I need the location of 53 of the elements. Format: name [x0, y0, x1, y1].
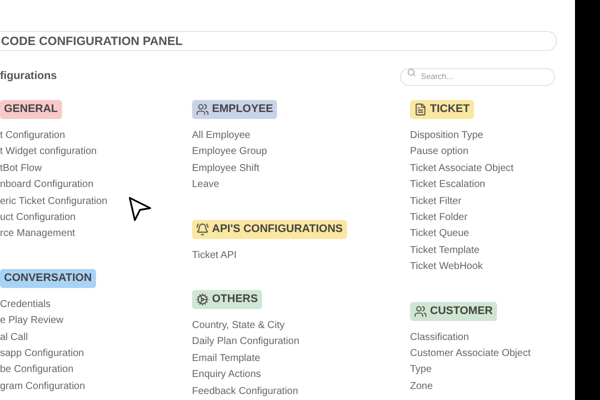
config-link[interactable]: Ticket WebHook: [410, 259, 575, 276]
config-link[interactable]: Zone: [410, 378, 575, 396]
config-link[interactable]: Country, State & City: [192, 318, 410, 334]
search-icon: [407, 68, 416, 77]
search-field[interactable]: Search...: [400, 68, 555, 86]
config-link[interactable]: t Widget configuration: [0, 144, 192, 161]
config-link[interactable]: Employee Shift: [192, 160, 410, 178]
section-header: GENERAL: [0, 100, 62, 119]
section-header: CUSTOMER: [410, 302, 497, 321]
section-header: CONVERSATION: [0, 268, 96, 288]
bell-icon: [196, 222, 209, 236]
section-header: EMPLOYEE: [192, 100, 278, 119]
config-link[interactable]: t Configuration: [0, 128, 192, 144]
config-link[interactable]: sapp Configuration: [0, 346, 192, 362]
config-link[interactable]: Type: [410, 362, 575, 379]
config-link[interactable]: All Employee: [192, 128, 410, 144]
gear-icon: [196, 293, 209, 306]
config-link[interactable]: gram Configuration: [0, 378, 192, 396]
config-link[interactable]: Ticket Escalation: [410, 177, 575, 194]
config-link[interactable]: Disposition Type: [410, 128, 575, 144]
config-link[interactable]: Leave: [192, 177, 410, 194]
config-link[interactable]: Ticket Folder: [410, 210, 575, 226]
config-link[interactable]: be Configuration: [0, 362, 192, 379]
config-link[interactable]: Pause option: [410, 144, 575, 161]
config-link[interactable]: e Play Review: [0, 313, 192, 330]
config-link[interactable]: Classification: [410, 330, 575, 346]
config-link[interactable]: eric Ticket Configuration: [0, 194, 192, 210]
section-header: TICKET: [410, 100, 474, 119]
config-link[interactable]: nboard Configuration: [0, 177, 192, 194]
config-link[interactable]: Daily Plan Configuration: [192, 334, 410, 351]
users-icon: [196, 103, 209, 116]
config-link[interactable]: Feedback Configuration: [192, 384, 410, 400]
config-link[interactable]: al Call: [0, 330, 192, 346]
config-link[interactable]: Email Template: [192, 350, 410, 368]
document-icon: [414, 103, 427, 116]
config-link[interactable]: Enquiry Actions: [192, 367, 410, 384]
config-link[interactable]: Ticket Associate Object: [410, 160, 575, 178]
config-link[interactable]: tBot Flow: [0, 160, 192, 178]
config-link[interactable]: uct Configuration: [0, 210, 192, 226]
config-link[interactable]: Customer Associate Object: [410, 346, 575, 362]
section-header: OTHERS: [192, 290, 262, 310]
mouse-pointer-icon: [128, 196, 152, 222]
config-link[interactable]: Employee Group: [192, 144, 410, 161]
config-link[interactable]: rce Management: [0, 226, 192, 243]
panel-title: CODE CONFIGURATION PANEL: [1, 33, 183, 50]
config-link[interactable]: Ticket Filter: [410, 194, 575, 210]
config-link[interactable]: Ticket API: [192, 248, 410, 264]
config-link[interactable]: Ticket Queue: [410, 226, 575, 243]
section-heading: figurations: [0, 68, 57, 84]
config-link[interactable]: Credentials: [0, 296, 192, 314]
config-link[interactable]: Ticket Template: [410, 242, 575, 260]
users-icon: [414, 304, 427, 318]
section-header: API'S CONFIGURATIONS: [192, 220, 347, 239]
